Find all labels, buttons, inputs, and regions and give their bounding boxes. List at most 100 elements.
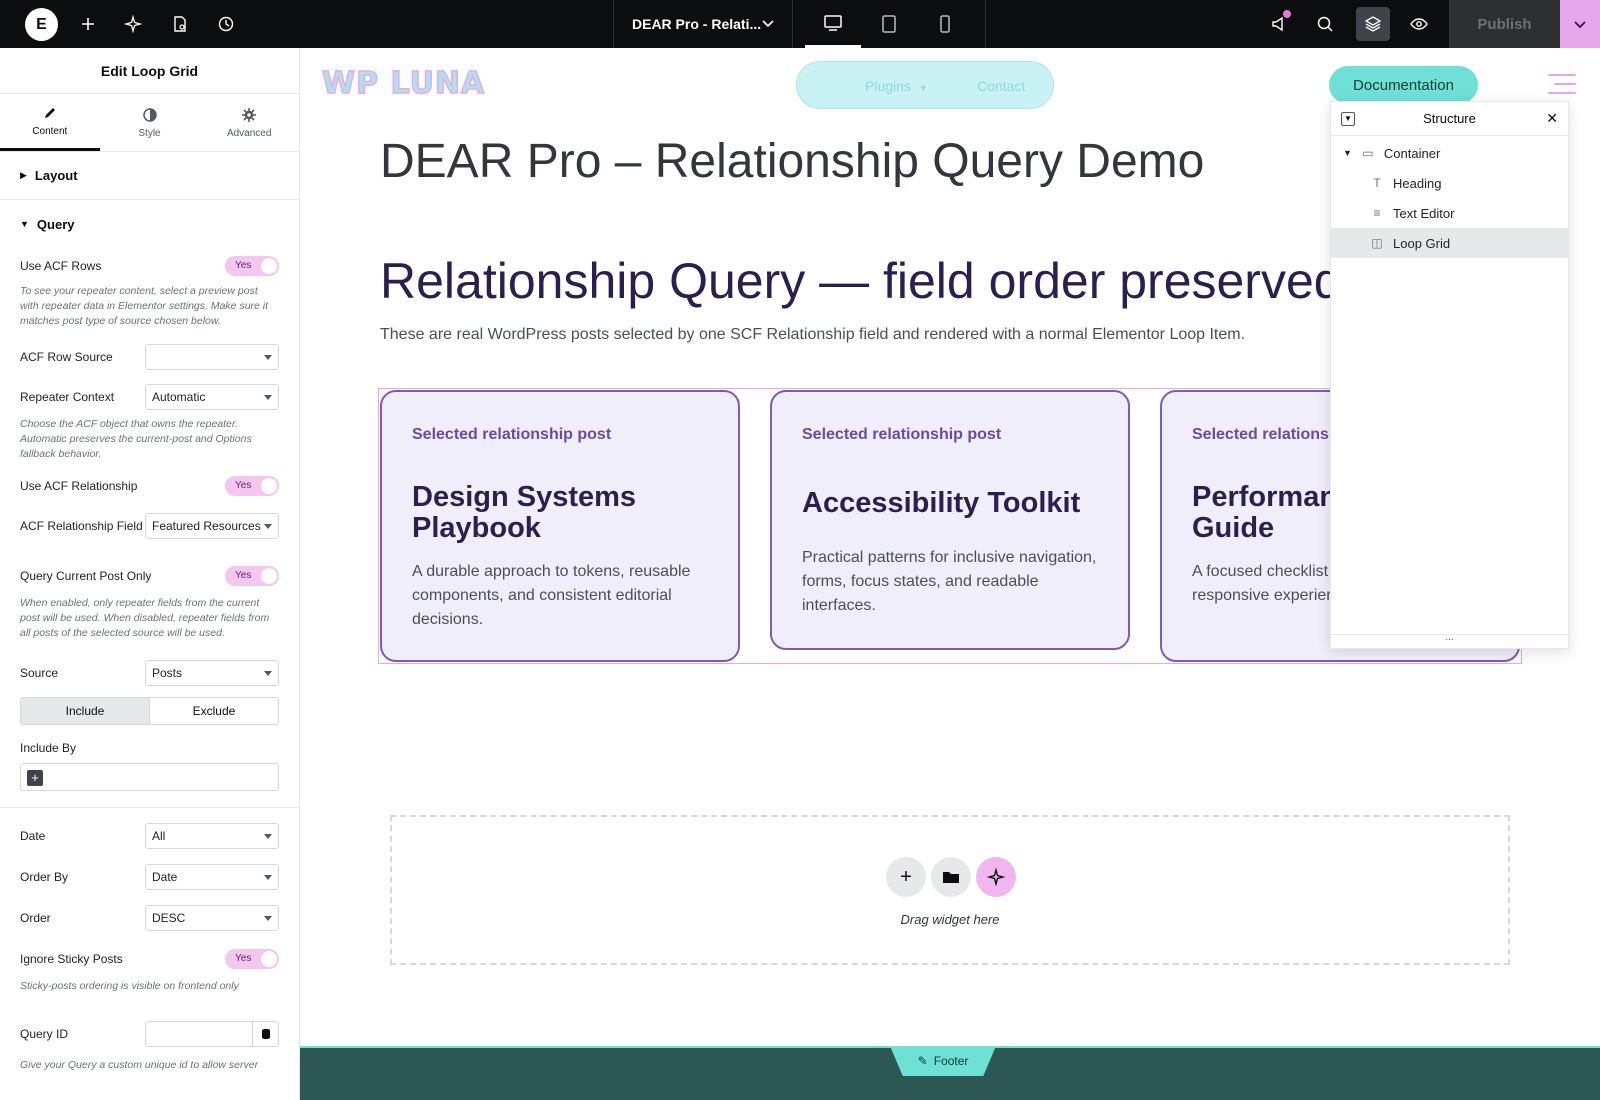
tab-content[interactable]: Content (0, 94, 100, 151)
publish-options-chevron-icon[interactable] (1560, 0, 1600, 48)
history-icon[interactable] (212, 10, 240, 38)
ai-sparkle-icon[interactable] (976, 857, 1016, 897)
source-select[interactable]: Posts (145, 660, 279, 686)
tab-label: Advanced (226, 127, 272, 139)
control-label: Source (20, 666, 59, 680)
caret-down-icon (264, 834, 272, 839)
exclude-button[interactable]: Exclude (149, 698, 278, 724)
order-select[interactable]: DESC (145, 905, 279, 931)
toggle-text: Yes (235, 953, 252, 964)
section-layout[interactable]: ▶ Layout (0, 152, 299, 200)
caret-down-icon: ▼ (918, 83, 928, 93)
toggle-knob (261, 951, 277, 967)
include-button[interactable]: Include (21, 698, 149, 724)
control-label: Use ACF Rows (20, 259, 102, 273)
dynamic-tags-icon[interactable] (252, 1022, 278, 1046)
control-label: ACF Row Source (20, 350, 113, 364)
toggle-text: Yes (235, 570, 252, 581)
select-value: Date (152, 870, 178, 884)
structure-item-container[interactable]: ▼ ▭ Container (1331, 138, 1568, 168)
select-value: All (152, 829, 166, 843)
query-id-input[interactable] (145, 1021, 279, 1047)
order-by-select[interactable]: Date (145, 864, 279, 890)
empty-section-dropzone[interactable]: + Drag widget here (390, 815, 1510, 965)
structure-item-label: Heading (1393, 175, 1442, 191)
tab-advanced[interactable]: Advanced (199, 94, 299, 151)
caret-down-icon (264, 671, 272, 676)
elementor-logo-icon[interactable]: E (25, 8, 58, 41)
select-value: DESC (152, 911, 186, 925)
half-circle-icon (142, 107, 157, 122)
structure-item-loop-grid[interactable]: ◫ Loop Grid (1331, 228, 1568, 258)
resize-handle[interactable]: ... (1331, 633, 1568, 648)
structure-item-heading[interactable]: T Heading (1331, 168, 1568, 198)
select-value: Automatic (152, 390, 206, 404)
select-value: Posts (152, 666, 183, 680)
date-select[interactable]: All (145, 823, 279, 849)
acf-relationship-field-select[interactable]: Featured Resources (145, 513, 279, 539)
ai-sparkle-icon[interactable] (119, 10, 147, 38)
include-by-field[interactable]: + (20, 763, 279, 791)
close-icon[interactable]: ✕ (1546, 110, 1558, 127)
edit-footer-tab[interactable]: ✎ Footer (890, 1046, 996, 1076)
page-title[interactable]: DEAR Pro – Relationship Query Demo (380, 134, 1204, 189)
loop-grid-icon: ◫ (1371, 236, 1383, 250)
source-control: Source Posts (0, 653, 299, 693)
control-label: ACF Relationship Field (20, 519, 143, 533)
add-plus-icon[interactable]: + (27, 770, 43, 786)
caret-down-icon (264, 524, 272, 529)
use-acf-relationship-toggle[interactable]: Yes (225, 476, 279, 496)
preview-eye-icon[interactable] (1405, 10, 1433, 38)
card-body: Practical patterns for inclusive navigat… (802, 549, 1097, 614)
toggle-knob (261, 478, 277, 494)
collapse-all-icon[interactable]: ▼ (1341, 112, 1355, 126)
include-exclude-switch: Include Exclude (20, 697, 279, 725)
document-title-dropdown[interactable]: DEAR Pro - Relati... (613, 0, 793, 48)
add-section-plus-icon[interactable]: + (886, 857, 926, 897)
template-library-folder-icon[interactable] (931, 857, 971, 897)
structure-item-text-editor[interactable]: ≡ Text Editor (1331, 198, 1568, 228)
toggle-knob (261, 258, 277, 274)
use-acf-rows-control: Use ACF Rows Yes (0, 248, 299, 284)
toggle-text: Yes (235, 260, 252, 271)
nav-item-plugins[interactable]: Plugins ▼ (865, 78, 928, 94)
nav-item-contact[interactable]: Contact (977, 78, 1025, 94)
loop-card[interactable]: Selected relationship post Design System… (380, 390, 740, 662)
query-id-help: Give your Query a custom unique id to al… (20, 1059, 259, 1071)
structure-header: ▼ Structure ✕ (1331, 102, 1568, 136)
card-kicker: Selected relationship post (802, 426, 1002, 443)
dropzone-text: Drag widget here (900, 912, 1000, 927)
publish-button[interactable]: Publish (1449, 0, 1560, 48)
site-logo[interactable]: WP LUNA (321, 65, 485, 102)
caret-down-icon (264, 355, 272, 360)
page-settings-icon[interactable] (166, 10, 194, 38)
tab-style[interactable]: Style (100, 94, 200, 151)
use-acf-rows-toggle[interactable]: Yes (225, 256, 279, 276)
control-label: Query ID (20, 1027, 69, 1041)
lead-text[interactable]: These are real WordPress posts selected … (380, 326, 1245, 344)
date-control: Date All (0, 816, 299, 856)
desktop-icon[interactable] (805, 0, 861, 48)
mobile-icon[interactable] (917, 0, 973, 48)
tab-label: Content (32, 126, 68, 137)
add-element-icon[interactable] (74, 10, 102, 38)
structure-layers-icon[interactable] (1356, 7, 1390, 41)
acf-row-source-select[interactable] (145, 344, 279, 370)
tablet-icon[interactable] (861, 0, 917, 48)
menu-hamburger-icon[interactable] (1548, 74, 1576, 94)
toggle-text: Yes (235, 480, 252, 491)
section-heading[interactable]: Relationship Query — field order preserv… (380, 252, 1342, 310)
documentation-button[interactable]: Documentation (1329, 66, 1478, 104)
search-icon[interactable] (1311, 10, 1339, 38)
section-query[interactable]: ▼ Query (0, 200, 299, 248)
repeater-context-select[interactable]: Automatic (145, 384, 279, 410)
loop-card[interactable]: Selected relationship post Accessibility… (770, 390, 1130, 650)
query-current-post-only-toggle[interactable]: Yes (225, 566, 279, 586)
section-label: Query (36, 216, 75, 232)
notification-dot (1283, 10, 1291, 18)
chevron-down-icon (762, 20, 774, 28)
ignore-sticky-toggle[interactable]: Yes (225, 949, 279, 969)
sticky-help: Sticky-posts ordering is visible on fron… (20, 980, 239, 992)
nav-label: Plugins (865, 78, 911, 94)
order-by-control: Order By Date (0, 857, 299, 897)
